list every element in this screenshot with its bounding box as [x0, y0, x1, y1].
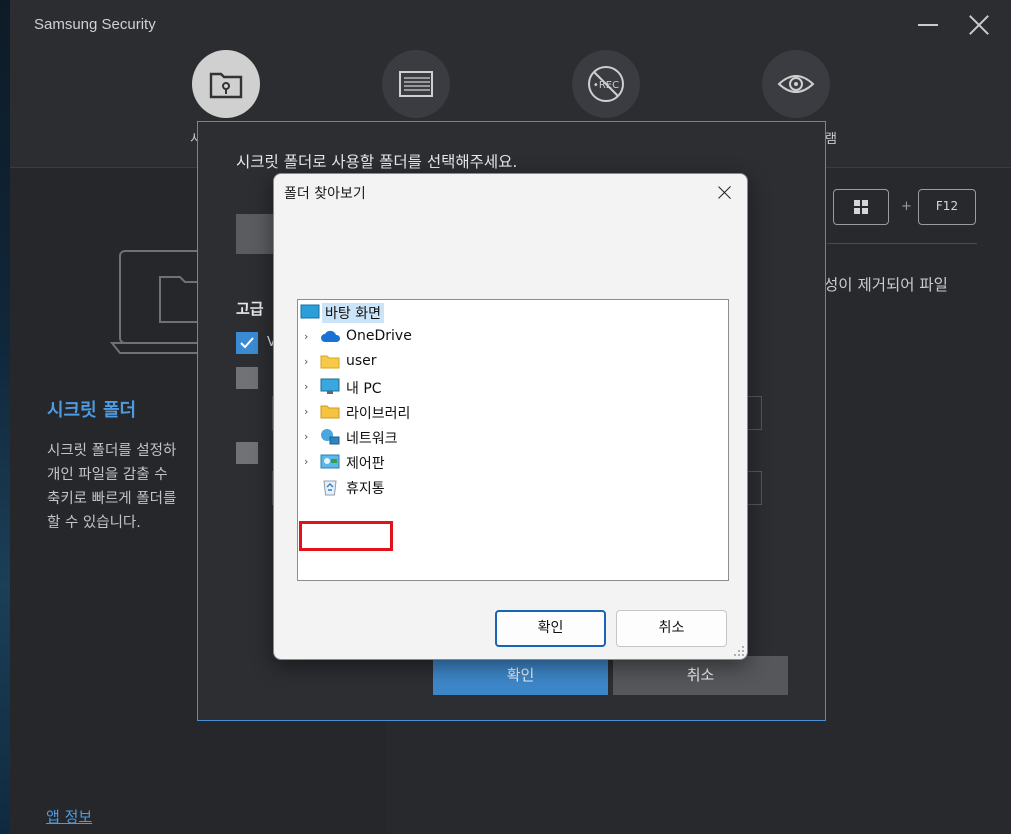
- dialog-ok-button[interactable]: 확인: [433, 656, 608, 695]
- dialog-cancel-button[interactable]: 취소: [613, 656, 788, 695]
- svg-text:•REC: •REC: [593, 80, 619, 91]
- shortcut-key-f12: F12: [918, 189, 976, 225]
- app-info-link[interactable]: 앱 정보: [46, 806, 92, 827]
- windows-icon: [854, 199, 868, 214]
- tree-label: 휴지통: [346, 481, 385, 497]
- screen-capture-icon: [399, 71, 433, 97]
- highlight-annotation-box: [299, 521, 393, 551]
- nav-rec-block[interactable]: •REC: [572, 50, 640, 118]
- folder-browser-cancel-button[interactable]: 취소: [616, 610, 727, 647]
- folder-browser-ok-button[interactable]: 확인: [495, 610, 606, 647]
- tree-item-desktop[interactable]: 바탕 화면: [298, 301, 728, 323]
- chevron-right-icon[interactable]: ›: [304, 405, 314, 418]
- checkmark-icon: [240, 337, 254, 349]
- tree-label: 네트워크: [346, 431, 398, 447]
- network-icon: [321, 429, 340, 445]
- tree-item-network[interactable]: › 네트워크: [298, 426, 728, 448]
- tree-label: 바탕 화면: [322, 303, 384, 323]
- app-title: Samsung Security: [34, 16, 156, 33]
- option-checkbox-2[interactable]: [236, 367, 258, 389]
- tree-item-control-panel[interactable]: › 제어판: [298, 451, 728, 473]
- chevron-right-icon[interactable]: ›: [304, 455, 314, 468]
- tree-item-user[interactable]: › user: [298, 351, 728, 373]
- folder-icon: [320, 355, 340, 369]
- desktop-icon: [300, 304, 320, 319]
- tree-label: OneDrive: [346, 328, 412, 344]
- advanced-heading: 고급: [236, 300, 264, 318]
- shortcut-plus: +: [901, 199, 912, 214]
- folder-path-field[interactable]: [236, 214, 276, 254]
- monitor-icon: [320, 378, 340, 394]
- folder-browser-close-button[interactable]: [716, 184, 734, 202]
- feature-description: 시크릿 폴더를 설정하 개인 파일을 감출 수 축키로 빠르게 폴더를 할 수 …: [47, 443, 177, 531]
- chevron-right-icon[interactable]: ›: [304, 380, 314, 393]
- nav-secret-folder[interactable]: [192, 50, 260, 118]
- shortcut-description: 성이 제거되어 파일: [824, 276, 948, 294]
- folder-browser-dialog: 폴더 찾아보기 바탕 화면 › OneDrive › user › 내 PC ›…: [273, 173, 748, 660]
- tree-item-onedrive[interactable]: › OneDrive: [298, 326, 728, 348]
- tree-item-recycle-bin[interactable]: 휴지통: [298, 476, 728, 498]
- shortcut-key-windows: [833, 189, 889, 225]
- eye-icon: [777, 75, 815, 93]
- recycle-bin-icon: [323, 480, 337, 496]
- desktop-background: [0, 0, 10, 834]
- chevron-right-icon[interactable]: ›: [304, 355, 314, 368]
- nav-label-privacy: 램: [825, 132, 837, 147]
- tree-label: user: [346, 353, 377, 369]
- option-checkbox-3[interactable]: [236, 442, 258, 464]
- folder-browser-title: 폴더 찾아보기: [284, 186, 366, 202]
- resize-grip-icon[interactable]: [733, 645, 745, 657]
- nav-privacy[interactable]: [762, 50, 830, 118]
- chevron-right-icon[interactable]: ›: [304, 430, 314, 443]
- rec-block-icon: •REC: [588, 66, 624, 102]
- library-folder-icon: [320, 405, 340, 419]
- tree-label: 내 PC: [346, 381, 382, 397]
- folder-lock-icon: [209, 72, 243, 99]
- feature-title: 시크릿 폴더: [47, 400, 137, 421]
- tree-item-library[interactable]: › 라이브러리: [298, 401, 728, 423]
- tree-item-my-pc[interactable]: › 내 PC: [298, 376, 728, 398]
- close-button[interactable]: [966, 12, 992, 38]
- chevron-right-icon[interactable]: ›: [304, 330, 314, 343]
- option-checkbox-1[interactable]: [236, 332, 258, 354]
- control-panel-icon: [320, 454, 340, 469]
- dialog-prompt: 시크릿 폴더로 사용할 폴더를 선택해주세요.: [236, 153, 518, 171]
- nav-screen-capture[interactable]: [382, 50, 450, 118]
- cloud-icon: [321, 330, 341, 342]
- tree-label: 제어판: [346, 456, 385, 472]
- minimize-button[interactable]: [916, 12, 942, 38]
- divider: [827, 243, 977, 244]
- tree-label: 라이브러리: [346, 406, 411, 422]
